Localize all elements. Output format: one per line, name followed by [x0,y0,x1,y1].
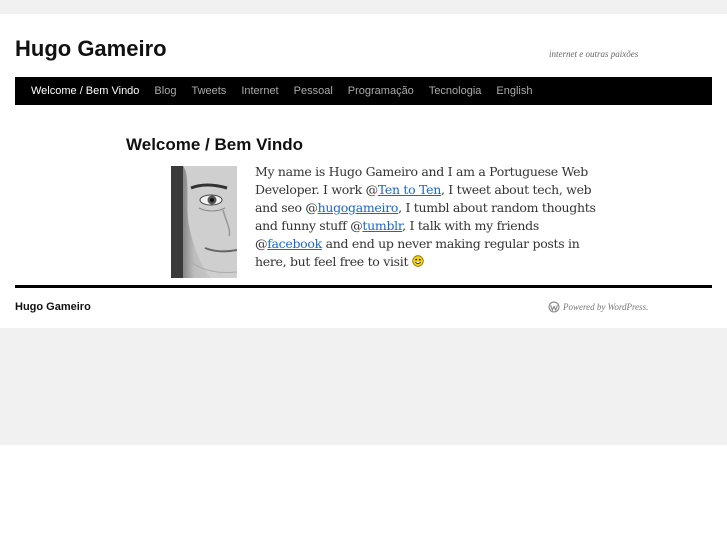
footer-site-title[interactable]: Hugo Gameiro [15,301,91,313]
powered-by-text: Powered by WordPress. [563,302,649,312]
wordpress-icon [548,301,560,313]
site-tagline: internet e outras paixões [549,49,639,59]
link-facebook[interactable]: facebook [267,236,322,251]
smiley-icon [412,254,424,272]
post-content: My name is Hugo Gameiro and I am a Portu… [255,163,605,272]
nav-item-english[interactable]: English [490,85,538,97]
footer-divider [15,285,712,288]
main-navigation: Welcome / Bem Vindo Blog Tweets Internet… [15,77,712,105]
link-tumblr[interactable]: tumblr [362,218,402,233]
nav-item-blog[interactable]: Blog [148,85,182,97]
nav-item-pessoal[interactable]: Pessoal [288,85,339,97]
nav-item-programacao[interactable]: Programação [342,85,420,97]
nav-item-tweets[interactable]: Tweets [185,85,232,97]
bottom-background-band [0,328,727,445]
top-background-band [0,0,727,14]
post-title: Welcome / Bem Vindo [126,135,303,154]
nav-item-internet[interactable]: Internet [235,85,284,97]
face-photo-icon [171,166,237,278]
link-ten-to-ten[interactable]: Ten to Ten [378,182,441,197]
author-photo [171,166,237,278]
site-title[interactable]: Hugo Gameiro [15,36,167,62]
nav-item-welcome[interactable]: Welcome / Bem Vindo [25,85,145,97]
powered-by-wordpress-link[interactable]: Powered by WordPress. [548,301,648,313]
link-twitter[interactable]: hugogameiro [318,200,399,215]
nav-item-tecnologia[interactable]: Tecnologia [423,85,488,97]
